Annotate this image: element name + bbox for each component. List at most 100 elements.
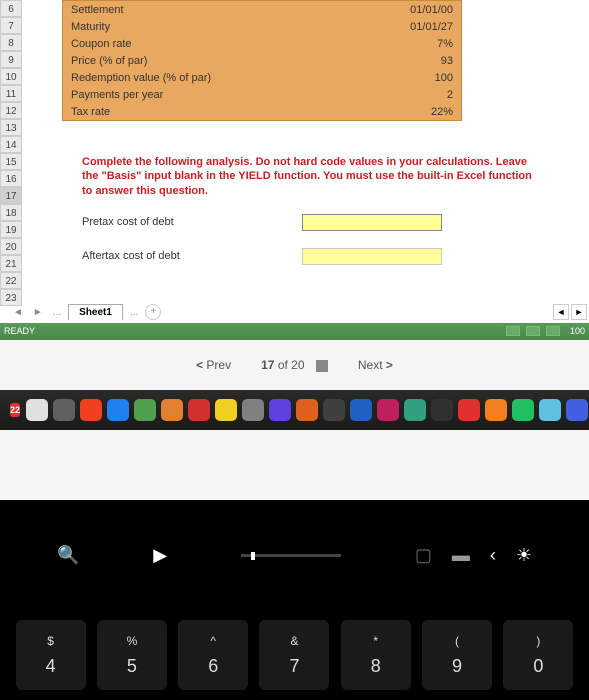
row-header-20[interactable]: 20 [0,238,22,255]
data-label: Redemption value (% of par) [63,72,361,84]
row-header-21[interactable]: 21 [0,255,22,272]
scroll-left-button[interactable]: ◄ [553,304,569,320]
dock-app-icon[interactable] [188,399,210,421]
dock-app-icon[interactable] [53,399,75,421]
pretax-input-cell[interactable] [302,214,442,231]
data-table: Settlement01/01/00Maturity01/01/27Coupon… [62,0,462,121]
dock-app-icon[interactable] [296,399,318,421]
row-header-14[interactable]: 14 [0,136,22,153]
data-value: 100 [361,72,461,84]
next-button[interactable]: Next [358,358,393,372]
key-5[interactable]: %5 [97,620,167,690]
data-row: Price (% of par)93 [63,52,461,69]
tab-nav-prev[interactable]: ◄ [10,307,26,318]
row-header-8[interactable]: 8 [0,34,22,51]
dock-app-icon[interactable] [107,399,129,421]
dock-app-icon[interactable] [215,399,237,421]
key-0[interactable]: )0 [503,620,573,690]
row-header-15[interactable]: 15 [0,153,22,170]
key-6[interactable]: ^6 [178,620,248,690]
data-row: Redemption value (% of par)100 [63,69,461,86]
dock-app-icon[interactable] [485,399,507,421]
data-value: 01/01/00 [361,4,461,16]
row-headers: 67891011121314151617181920212223 [0,0,22,306]
sheet-tab-active[interactable]: Sheet1 [68,304,123,320]
instructions-text: Complete the following analysis. Do not … [82,155,542,198]
row-header-16[interactable]: 16 [0,170,22,187]
back-icon[interactable]: ‹ [490,545,496,566]
data-label: Settlement [63,4,361,16]
row-header-10[interactable]: 10 [0,68,22,85]
dock-app-icon[interactable] [80,399,102,421]
data-label: Maturity [63,21,361,33]
touch-bar: 🔍 ▶ ▢ ▬ ‹ ☀ [0,500,589,610]
dock-app-icon[interactable] [350,399,372,421]
data-row: Coupon rate7% [63,35,461,52]
row-header-19[interactable]: 19 [0,221,22,238]
data-label: Tax rate [63,106,361,118]
data-row: Payments per year2 [63,86,461,103]
question-nav: Prev 17 of 20 Next [0,340,589,390]
search-icon[interactable]: 🔍 [57,545,79,566]
grid-icon[interactable] [316,360,328,372]
key-8[interactable]: *8 [341,620,411,690]
row-header-18[interactable]: 18 [0,204,22,221]
key-7[interactable]: &7 [259,620,329,690]
dock-app-icon[interactable] [269,399,291,421]
data-row: Tax rate22% [63,103,461,120]
dock-app-icon[interactable] [404,399,426,421]
data-label: Coupon rate [63,38,361,50]
row-header-6[interactable]: 6 [0,0,22,17]
slider[interactable] [241,554,341,557]
row-header-17[interactable]: 17 [0,187,22,204]
tb-control-icon2[interactable]: ▬ [452,545,470,566]
data-row: Maturity01/01/27 [63,18,461,35]
pretax-label: Pretax cost of debt [82,214,174,231]
dock-app-icon[interactable] [377,399,399,421]
dock-app-icon[interactable] [539,399,561,421]
data-label: Price (% of par) [63,55,361,67]
mac-dock: 22 [0,390,589,430]
dock-app-icon[interactable] [134,399,156,421]
tb-control-icon[interactable]: ▢ [415,545,432,566]
status-text: READY [4,326,35,336]
view-normal-icon[interactable] [506,326,520,336]
tab-nav-next[interactable]: ► [30,307,46,318]
view-break-icon[interactable] [546,326,560,336]
data-value: 22% [361,106,461,118]
dock-app-icon[interactable] [242,399,264,421]
dock-app-icon[interactable] [161,399,183,421]
tab-nav-ellipsis[interactable]: ... [127,307,141,318]
dock-app-icon[interactable] [458,399,480,421]
key-9[interactable]: (9 [422,620,492,690]
sheet-tabs: ◄ ► ... Sheet1 ... + [0,301,161,323]
scroll-right-button[interactable]: ► [571,304,587,320]
data-value: 93 [361,55,461,67]
zoom-level[interactable]: 100 [570,326,585,336]
data-row: Settlement01/01/00 [63,1,461,18]
row-header-12[interactable]: 12 [0,102,22,119]
dock-app-icon[interactable] [566,399,588,421]
data-value: 7% [361,38,461,50]
dock-app-icon[interactable] [512,399,534,421]
row-header-13[interactable]: 13 [0,119,22,136]
aftertax-label: Aftertax cost of debt [82,248,180,265]
keyboard: $4%5^6&7*8(9)0 [0,610,589,700]
page-indicator: 17 of 20 [261,358,328,372]
prev-button[interactable]: Prev [196,358,231,372]
view-layout-icon[interactable] [526,326,540,336]
dock-app-icon[interactable] [431,399,453,421]
row-header-7[interactable]: 7 [0,17,22,34]
row-header-22[interactable]: 22 [0,272,22,289]
dock-app-icon[interactable] [323,399,345,421]
brightness-icon[interactable]: ☀ [516,545,532,566]
play-icon[interactable]: ▶ [153,545,167,566]
data-value: 01/01/27 [361,21,461,33]
add-sheet-button[interactable]: + [145,304,161,320]
row-header-9[interactable]: 9 [0,51,22,68]
key-4[interactable]: $4 [16,620,86,690]
dock-app-icon[interactable] [26,399,48,421]
tab-nav-more[interactable]: ... [50,307,64,318]
row-header-11[interactable]: 11 [0,85,22,102]
aftertax-input-cell[interactable] [302,248,442,265]
